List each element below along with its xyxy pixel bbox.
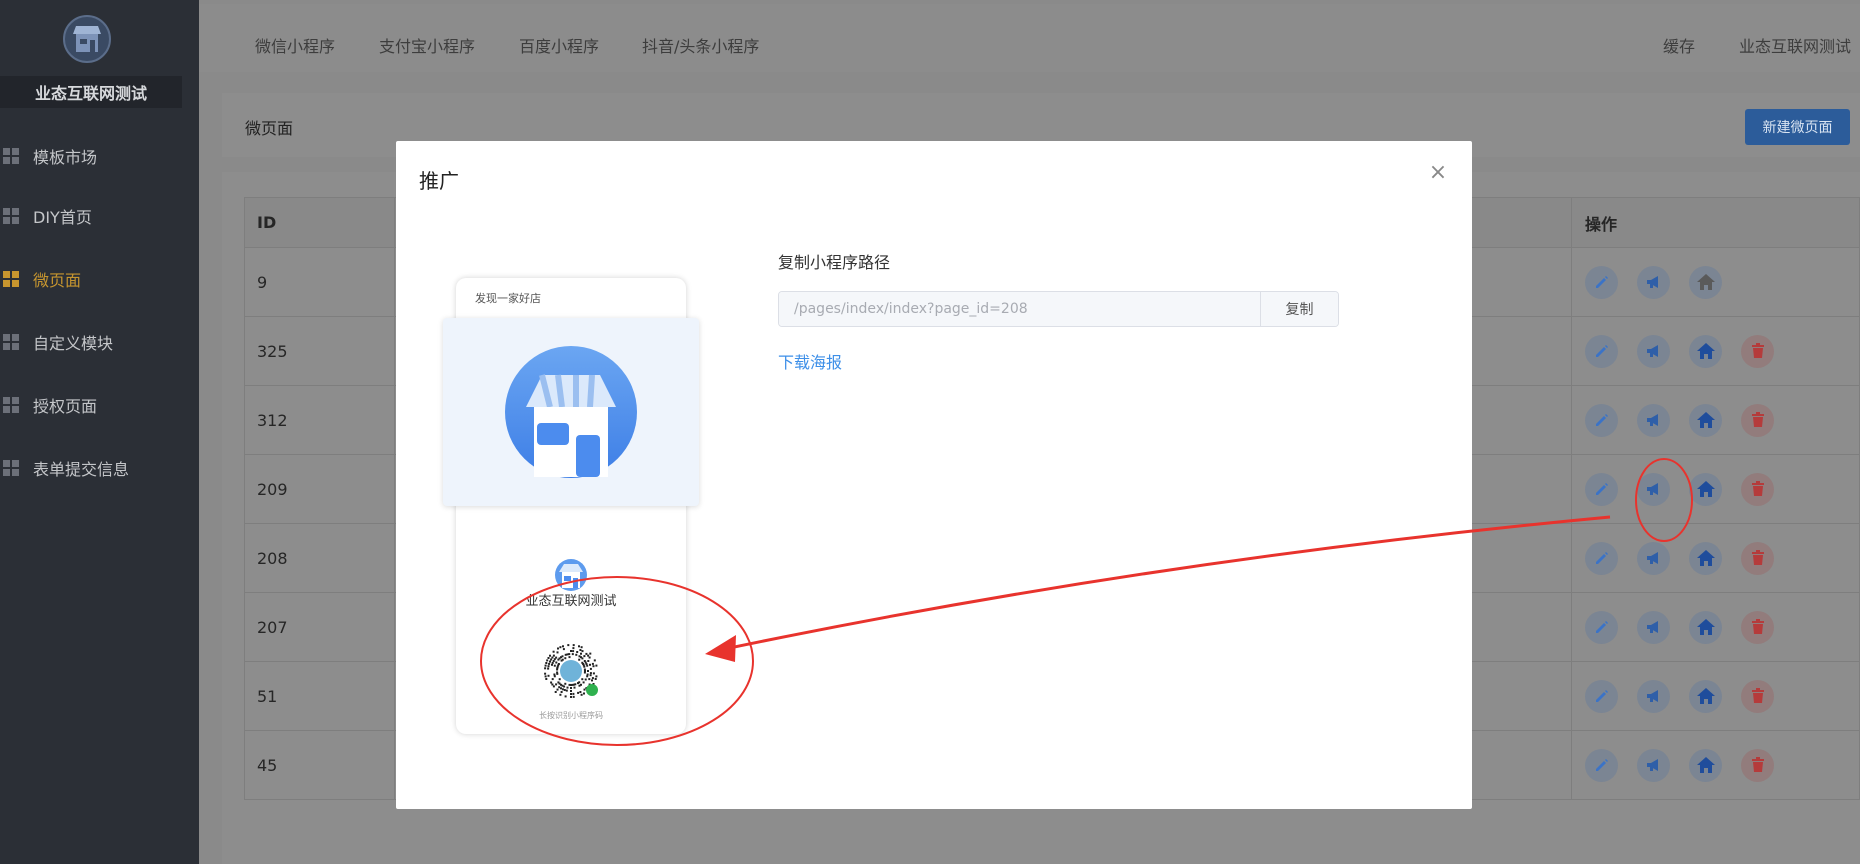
- promote-megaphone-icon[interactable]: [1637, 748, 1670, 782]
- row-id: 51: [244, 661, 395, 731]
- delete-trash-icon[interactable]: [1741, 679, 1774, 713]
- topbar: 微信小程序 支付宝小程序 百度小程序 抖音/头条小程序 缓存 业态互联网测试: [199, 4, 1860, 72]
- tab-alipay[interactable]: 支付宝小程序: [379, 33, 475, 57]
- store-logo-icon: [555, 559, 587, 591]
- row-actions: [1571, 730, 1860, 800]
- delete-trash-icon[interactable]: [1741, 541, 1774, 575]
- row-id: 209: [244, 454, 395, 524]
- set-home-icon[interactable]: [1689, 679, 1722, 713]
- sidebar-item-template-market[interactable]: 模板市场: [0, 136, 199, 176]
- grid-icon: [3, 397, 19, 413]
- tab-baidu[interactable]: 百度小程序: [519, 33, 599, 57]
- set-home-icon[interactable]: [1689, 541, 1722, 575]
- edit-icon[interactable]: [1585, 403, 1618, 437]
- mini-program-qr-code: [541, 641, 601, 701]
- edit-icon[interactable]: [1585, 610, 1618, 644]
- set-home-icon[interactable]: [1689, 403, 1722, 437]
- copy-button[interactable]: 复制: [1260, 292, 1338, 326]
- sidebar-item-micro-page[interactable]: 微页面: [0, 259, 199, 299]
- sidebar-item-label: 模板市场: [33, 148, 98, 167]
- set-home-icon[interactable]: [1689, 265, 1722, 299]
- edit-icon[interactable]: [1585, 541, 1618, 575]
- grid-icon: [3, 334, 19, 350]
- grid-icon: [3, 271, 19, 287]
- sidebar-item-custom-module[interactable]: 自定义模块: [0, 322, 199, 362]
- row-actions: [1571, 247, 1860, 317]
- user-menu[interactable]: 业态互联网测试: [1739, 33, 1851, 57]
- grid-icon: [3, 148, 19, 164]
- row-id: 312: [244, 385, 395, 455]
- promote-modal: 推广 × 发现一家好店 业态互联网测试 长按识别小程序码 复制小程序路径 /pa…: [396, 141, 1472, 809]
- sidebar-item-label: DIY首页: [33, 208, 92, 227]
- delete-trash-icon[interactable]: [1741, 403, 1774, 437]
- promote-megaphone-icon[interactable]: [1637, 679, 1670, 713]
- poster-header: 发现一家好店: [475, 292, 541, 305]
- edit-icon[interactable]: [1585, 679, 1618, 713]
- sidebar-item-label: 授权页面: [33, 397, 98, 416]
- qr-code-caption: 长按识别小程序码: [539, 711, 603, 720]
- delete-trash-icon[interactable]: [1741, 610, 1774, 644]
- grid-icon: [3, 208, 19, 224]
- promote-megaphone-icon[interactable]: [1637, 541, 1670, 575]
- row-id: 207: [244, 592, 395, 662]
- promote-megaphone-icon[interactable]: [1637, 610, 1670, 644]
- path-input-group: 复制: [778, 291, 1339, 327]
- poster-shop-name: 业态互联网测试: [525, 594, 617, 609]
- sidebar-item-label: 表单提交信息: [33, 460, 130, 479]
- delete-trash-icon[interactable]: [1741, 334, 1774, 368]
- grid-icon: [3, 460, 19, 476]
- close-icon[interactable]: ×: [1428, 162, 1448, 184]
- row-id: 325: [244, 316, 395, 386]
- set-home-icon[interactable]: [1689, 334, 1722, 368]
- sidebar-item-form-submissions[interactable]: 表单提交信息: [0, 448, 199, 488]
- row-id: 45: [244, 730, 395, 800]
- delete-trash-icon[interactable]: [1741, 748, 1774, 782]
- cache-link[interactable]: 缓存: [1663, 33, 1695, 57]
- page-title: 微页面: [245, 119, 294, 138]
- path-input[interactable]: [779, 292, 1260, 326]
- modal-title: 推广: [419, 169, 459, 193]
- tab-douyin[interactable]: 抖音/头条小程序: [642, 33, 759, 57]
- promote-megaphone-icon[interactable]: [1637, 403, 1670, 437]
- copy-path-label: 复制小程序路径: [778, 253, 891, 272]
- row-actions: [1571, 523, 1860, 593]
- download-poster-link[interactable]: 下载海报: [778, 349, 842, 373]
- row-actions: [1571, 454, 1860, 524]
- column-header-actions: 操作: [1571, 197, 1860, 248]
- sidebar-item-label: 微页面: [33, 271, 82, 290]
- store-illustration-icon: [505, 346, 637, 478]
- promotion-poster: 发现一家好店 业态互联网测试 长按识别小程序码: [443, 278, 699, 734]
- site-name: 业态互联网测试: [0, 76, 182, 108]
- edit-icon[interactable]: [1585, 748, 1618, 782]
- poster-banner: [443, 318, 699, 506]
- row-actions: [1571, 316, 1860, 386]
- set-home-icon[interactable]: [1689, 748, 1722, 782]
- row-actions: [1571, 592, 1860, 662]
- sidebar-item-auth-page[interactable]: 授权页面: [0, 385, 199, 425]
- sidebar-item-diy-home[interactable]: DIY首页: [0, 196, 199, 236]
- promote-megaphone-icon[interactable]: [1637, 334, 1670, 368]
- delete-trash-icon[interactable]: [1741, 472, 1774, 506]
- edit-icon[interactable]: [1585, 472, 1618, 506]
- promote-megaphone-icon[interactable]: [1637, 472, 1670, 506]
- row-actions: [1571, 661, 1860, 731]
- set-home-icon[interactable]: [1689, 610, 1722, 644]
- row-actions: [1571, 385, 1860, 455]
- promote-megaphone-icon[interactable]: [1637, 265, 1670, 299]
- set-home-icon[interactable]: [1689, 472, 1722, 506]
- row-id: 9: [244, 247, 395, 317]
- edit-icon[interactable]: [1585, 265, 1618, 299]
- row-id: 208: [244, 523, 395, 593]
- sidebar-item-label: 自定义模块: [33, 334, 114, 353]
- tab-wechat[interactable]: 微信小程序: [255, 33, 335, 57]
- column-header-id: ID: [244, 197, 395, 248]
- new-micro-page-button[interactable]: 新建微页面: [1745, 109, 1850, 145]
- store-logo-icon: [63, 15, 111, 63]
- sidebar: 业态互联网测试 模板市场 DIY首页 微页面 自定义模块 授权页面 表单提交信息: [0, 0, 199, 864]
- edit-icon[interactable]: [1585, 334, 1618, 368]
